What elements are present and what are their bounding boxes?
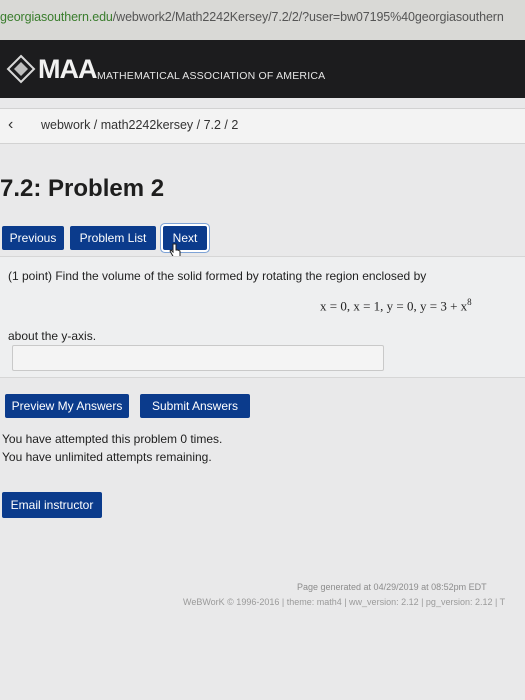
problem-list-button[interactable]: Problem List	[70, 226, 156, 250]
problem-equation: x = 0, x = 1, y = 0, y = 3 + x8	[320, 297, 472, 314]
url-path: /webwork2/Math2242Kersey/7.2/2/?user=bw0…	[112, 10, 504, 24]
breadcrumb-text[interactable]: webwork / math2242kersey / 7.2 / 2	[41, 118, 238, 132]
chevron-left-icon[interactable]: ‹	[8, 116, 22, 134]
browser-address-bar[interactable]: georgiasouthern.edu/webwork2/Math2242Ker…	[0, 0, 525, 41]
email-instructor-button[interactable]: Email instructor	[2, 492, 102, 518]
problem-panel: (1 point) Find the volume of the solid f…	[0, 256, 525, 378]
page-title: 7.2: Problem 2	[0, 175, 165, 202]
breadcrumb: ‹ webwork / math2242kersey / 7.2 / 2	[0, 108, 525, 144]
submit-answers-button[interactable]: Submit Answers	[140, 394, 250, 418]
answer-input[interactable]	[12, 345, 384, 371]
maa-name: MAA	[38, 54, 97, 84]
page-generated-text: Page generated at 04/29/2019 at 08:52pm …	[297, 582, 487, 592]
version-text: WeBWorK © 1996-2016 | theme: math4 | ww_…	[183, 597, 506, 607]
attempts-remaining-text: You have unlimited attempts remaining.	[2, 450, 212, 464]
url-host: georgiasouthern.edu	[0, 10, 113, 24]
previous-button[interactable]: Previous	[2, 226, 64, 250]
problem-statement: (1 point) Find the volume of the solid f…	[8, 269, 427, 283]
equation-exponent: 8	[467, 297, 472, 307]
maa-banner: MAA MATHEMATICAL ASSOCIATION OF AMERICA	[0, 40, 525, 98]
equation-main: x = 0, x = 1, y = 0, y = 3 + x	[320, 298, 468, 314]
maa-logo-icon	[6, 54, 36, 84]
preview-answers-button[interactable]: Preview My Answers	[5, 394, 129, 418]
attempts-count-text: You have attempted this problem 0 times.	[2, 432, 223, 446]
axis-text: about the y-axis.	[8, 329, 97, 343]
url-text[interactable]: georgiasouthern.edu/webwork2/Math2242Ker…	[0, 10, 504, 24]
maa-subtitle: MATHEMATICAL ASSOCIATION OF AMERICA	[97, 70, 326, 82]
